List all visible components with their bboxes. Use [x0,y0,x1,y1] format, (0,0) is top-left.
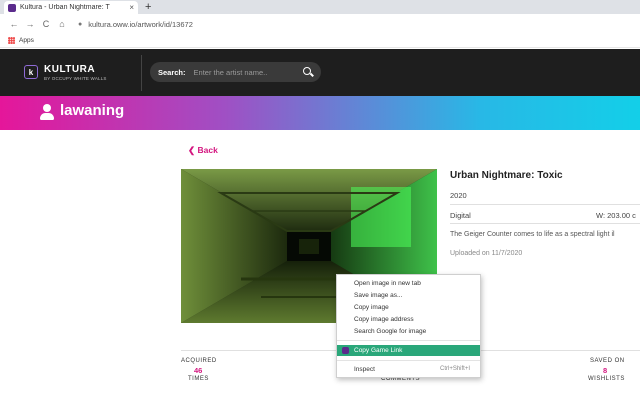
back-label: Back [197,145,218,155]
menu-item-open-image-new-tab[interactable]: Open image in new tab [337,278,480,289]
search-input[interactable] [193,67,294,77]
inspect-label: Inspect [354,366,375,373]
browser-tab[interactable]: Kultura - Urban Nightmare: T × [4,1,138,14]
apps-bookmark[interactable]: Apps [19,37,34,44]
artwork-upload-date: Uploaded on 11/7/2020 [450,250,523,257]
acquired-label: ACQUIRED [181,358,217,364]
extension-icon [342,347,349,354]
home-icon[interactable]: ⌂ [54,19,70,29]
menu-item-copy-image-address[interactable]: Copy image address [337,314,480,325]
reload-icon[interactable]: C [38,19,54,29]
search-bar: Search: [150,62,321,82]
kultura-favicon-icon [8,3,16,12]
forward-arrow-icon[interactable]: → [22,19,38,29]
times-label: TIMES [188,376,209,382]
tab-title: Kultura - Urban Nightmare: T [20,4,110,11]
new-tab-button[interactable]: + [145,0,151,14]
menu-item-inspect[interactable]: Inspect Ctrl+Shift+I [337,364,480,375]
context-menu: Open image in new tab Save image as... C… [336,274,481,378]
search-icon[interactable] [303,67,311,75]
menu-separator [337,340,480,341]
saved-on-label: SAVED ON [590,358,625,364]
menu-separator [337,360,480,361]
logo-letter: k [28,67,34,77]
back-arrow-icon[interactable]: ← [6,19,22,29]
search-label: Search: [158,67,186,77]
menu-item-search-google-image[interactable]: Search Google for image [337,326,480,337]
wishlists-label: WISHLISTS [588,376,625,382]
artwork-title: Urban Nightmare: Toxic [450,170,563,181]
artwork-size: W: 203.00 c [596,211,636,220]
artwork-medium: Digital [450,211,471,220]
artwork-year: 2020 [450,191,467,200]
logo-subtitle: BY OCCUPY WHITE WALLS [44,76,107,81]
apps-grid-icon[interactable] [8,37,15,44]
user-icon [40,104,54,120]
browser-tabbar: Kultura - Urban Nightmare: T × + [0,0,640,14]
details-divider [450,204,640,205]
browser-toolbar: ← → C ⌂ ● kultura.oww.io/artwork/id/1367… [0,14,640,34]
site-header: k KULTURA BY OCCUPY WHITE WALLS Search: [0,49,640,96]
address-bar[interactable]: kultura.oww.io/artwork/id/13672 [88,20,193,29]
bookmarks-bar: Apps [0,34,640,48]
details-divider [450,223,640,224]
kultura-logo-icon[interactable]: k [24,65,38,79]
artwork-description: The Geiger Counter comes to life as a sp… [450,231,615,238]
close-icon[interactable]: × [129,3,134,12]
saved-value: 8 [603,366,608,375]
menu-item-save-image-as[interactable]: Save image as... [337,290,480,301]
copy-game-link-label: Copy Game Link [354,347,403,354]
inspect-shortcut: Ctrl+Shift+I [439,366,470,372]
username[interactable]: lawaning [60,102,124,119]
acquired-value: 46 [194,366,203,375]
menu-item-copy-image[interactable]: Copy image [337,302,480,313]
menu-item-copy-game-link[interactable]: Copy Game Link [337,345,480,356]
header-divider [141,55,142,91]
logo-name[interactable]: KULTURA [44,64,95,75]
lock-icon: ● [78,20,83,28]
back-link[interactable]: ❮ Back [188,145,218,156]
